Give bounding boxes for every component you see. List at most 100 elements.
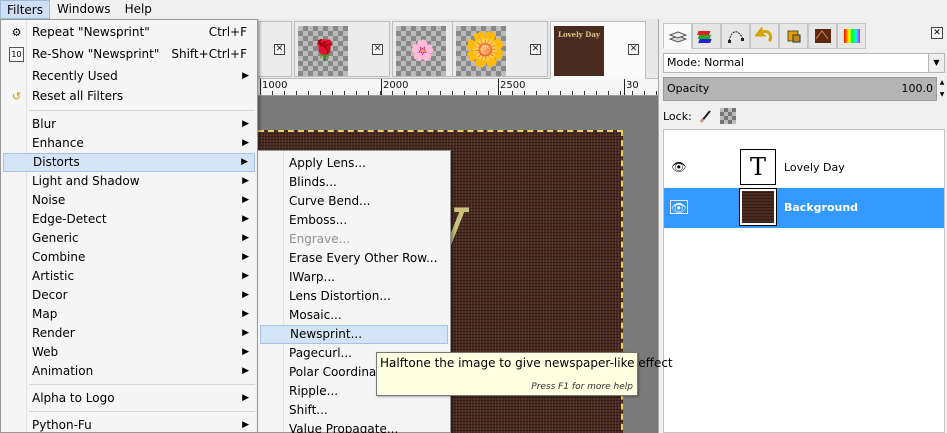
menu-item-recently-used[interactable]: Recently Used ▶ <box>3 67 255 86</box>
submenu-arrow-icon: ▶ <box>242 393 249 403</box>
close-icon[interactable]: ✕ <box>931 27 943 39</box>
menu-item-emboss[interactable]: Emboss... <box>260 211 448 230</box>
menu-item-label: Repeat "Newsprint" <box>32 25 150 39</box>
gradients-tab[interactable] <box>837 23 866 49</box>
layer-thumbnail <box>739 188 777 226</box>
menu-item-artistic[interactable]: Artistic ▶ <box>3 267 255 286</box>
menu-item-noise[interactable]: Noise ▶ <box>3 191 255 210</box>
layer-row-selected[interactable]: 👁 Background <box>664 188 944 228</box>
ruler-tick <box>452 91 453 95</box>
shortcut-label: Shift+Ctrl+F <box>171 47 247 61</box>
tooltip-text: Halftone the image to give newspaper-lik… <box>380 356 673 370</box>
menu-item-curve-bend[interactable]: Curve Bend... <box>260 192 448 211</box>
menu-item-label: Map <box>32 307 58 321</box>
close-icon[interactable]: ✕ <box>628 44 639 55</box>
menu-item-label: Blinds... <box>289 175 337 189</box>
brushes-tab[interactable] <box>808 23 837 49</box>
menu-item-alpha-to-logo[interactable]: Alpha to Logo ▶ <box>3 389 255 408</box>
menu-item-value-propagate[interactable]: Value Propagate... <box>260 420 448 433</box>
menu-item-web[interactable]: Web ▶ <box>3 343 255 362</box>
close-icon[interactable]: ✕ <box>274 44 285 55</box>
close-icon[interactable]: ✕ <box>372 44 383 55</box>
mode-label: Mode: Normal <box>667 56 744 69</box>
menu-item-distorts[interactable]: Distorts ▶ <box>3 153 255 172</box>
ruler-tick <box>428 91 429 95</box>
gradient-icon <box>843 29 860 43</box>
menu-item-map[interactable]: Map ▶ <box>3 305 255 324</box>
lock-pixels-toggle[interactable] <box>698 108 714 124</box>
layers-tab[interactable] <box>663 23 692 49</box>
image-tab-bar: ✕ 🌹 ✕ 🌸 ✕ 🌼 ✕ Lovely Day ✕ <box>196 19 658 79</box>
submenu-arrow-icon: ▶ <box>242 347 249 357</box>
image-tab-4[interactable]: 🌼 ✕ <box>452 21 548 77</box>
paths-tab[interactable] <box>721 23 750 49</box>
image-tab-2[interactable]: 🌹 ✕ <box>294 21 390 77</box>
menu-item-label: Lens Distortion... <box>289 289 391 303</box>
submenu-arrow-icon: ▶ <box>242 290 249 300</box>
menu-windows[interactable]: Windows <box>50 0 118 19</box>
menu-item-lens-distortion[interactable]: Lens Distortion... <box>260 287 448 306</box>
ruler-tick <box>608 91 609 95</box>
flower-thumbnail: 🌸 <box>396 26 446 76</box>
menu-item-newsprint[interactable]: Newsprint... <box>260 325 448 344</box>
menu-item-python-fu[interactable]: Python-Fu ▶ <box>3 416 255 433</box>
ruler-tick <box>464 91 465 95</box>
menu-item-label: Render <box>32 326 75 340</box>
close-icon[interactable]: ✕ <box>530 44 541 55</box>
menu-item-decor[interactable]: Decor ▶ <box>3 286 255 305</box>
ruler-tick <box>260 91 261 95</box>
menu-item-repeat-filter[interactable]: ⚙ Repeat "Newsprint" Ctrl+F <box>3 23 255 42</box>
ruler-tick <box>344 91 345 95</box>
shortcut-label: Ctrl+F <box>208 25 247 39</box>
layer-mode-select[interactable]: Mode: Normal ▼ <box>663 53 945 73</box>
layers-icon <box>668 31 687 43</box>
menu-filters[interactable]: Filters <box>0 0 50 19</box>
menu-item-label: Artistic <box>32 269 75 283</box>
menu-item-label: Shift... <box>289 403 328 417</box>
layer-row[interactable]: 👁 T Lovely Day <box>664 148 944 188</box>
channels-tab[interactable] <box>692 23 721 49</box>
lock-alpha-toggle[interactable] <box>719 108 736 124</box>
menu-help[interactable]: Help <box>118 0 159 19</box>
menu-item-blur[interactable]: Blur ▶ <box>3 115 255 134</box>
menu-item-mosaic[interactable]: Mosaic... <box>260 306 448 325</box>
opacity-value: 100.0 <box>901 82 934 95</box>
ruler-label: 1000 <box>262 80 288 91</box>
menu-item-apply-lens[interactable]: Apply Lens... <box>260 154 448 173</box>
tool-options-tab[interactable] <box>779 23 808 49</box>
menu-item-combine[interactable]: Combine ▶ <box>3 248 255 267</box>
submenu-arrow-icon: ▶ <box>242 309 249 319</box>
menu-item-label: Ripple... <box>289 384 339 398</box>
submenu-arrow-icon: ▶ <box>242 119 249 129</box>
eye-icon[interactable]: 👁 <box>670 160 688 174</box>
daisy-icon: 🌼 <box>464 30 507 70</box>
image-tab-5[interactable]: Lovely Day ✕ <box>550 21 646 79</box>
opacity-slider[interactable]: Opacity 100.0 <box>663 77 937 101</box>
submenu-arrow-icon: ▶ <box>242 233 249 243</box>
ruler-tick <box>440 91 441 95</box>
menu-item-enhance[interactable]: Enhance ▶ <box>3 134 255 153</box>
menu-item-blinds[interactable]: Blinds... <box>260 173 448 192</box>
opacity-spinner[interactable]: ▲ ▼ <box>938 77 946 101</box>
undo-history-tab[interactable] <box>750 23 779 49</box>
ruler-tick <box>620 91 621 95</box>
menu-item-label: Newsprint... <box>290 327 363 341</box>
chevron-down-icon[interactable]: ▼ <box>928 54 944 72</box>
menu-item-reshow-filter[interactable]: 10 Re-Show "Newsprint" Shift+Ctrl+F <box>3 45 255 64</box>
menu-item-light-and-shadow[interactable]: Light and Shadow ▶ <box>3 172 255 191</box>
menu-item-edge-detect[interactable]: Edge-Detect ▶ <box>3 210 255 229</box>
menu-item-generic[interactable]: Generic ▶ <box>3 229 255 248</box>
ruler-tick <box>404 91 405 95</box>
horizontal-ruler[interactable]: 1000 2000 2500 30 <box>258 79 658 96</box>
menu-item-iwarp[interactable]: IWarp... <box>260 268 448 287</box>
menu-item-render[interactable]: Render ▶ <box>3 324 255 343</box>
menu-item-label: Python-Fu <box>32 418 92 432</box>
ruler-tick <box>656 91 657 95</box>
menu-item-label: Recently Used <box>32 69 118 83</box>
menu-item-animation[interactable]: Animation ▶ <box>3 362 255 381</box>
ruler-tick <box>296 91 297 95</box>
menu-item-reset-all-filters[interactable]: ↺ Reset all Filters <box>3 87 255 106</box>
menu-item-shift[interactable]: Shift... <box>260 401 448 420</box>
eye-icon[interactable]: 👁 <box>670 200 688 215</box>
menu-item-erase-every-other-row[interactable]: Erase Every Other Row... <box>260 249 448 268</box>
